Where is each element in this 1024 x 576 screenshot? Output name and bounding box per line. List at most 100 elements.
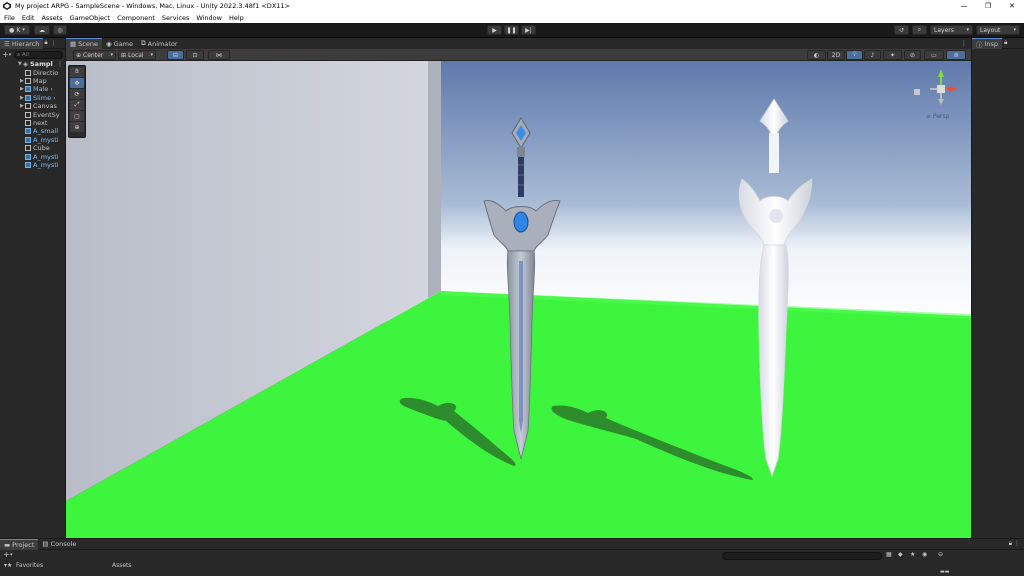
hidden-objects-button[interactable]: ⊘ (904, 50, 921, 60)
pause-button[interactable]: ❚❚ (504, 25, 519, 35)
play-button[interactable]: ▶ (487, 25, 502, 35)
tab-animator[interactable]: ⧉ Animator (137, 38, 182, 49)
hierarchy-item[interactable]: Directio (0, 68, 66, 77)
hierarchy-item[interactable]: A_mysti (0, 152, 66, 161)
audio-toggle-button[interactable]: ♪ (864, 50, 881, 60)
prefab-cube-icon (25, 94, 31, 101)
space-dropdown[interactable]: ⊞ Local ▾ (118, 50, 156, 60)
hierarchy-item[interactable]: A_mysti (0, 136, 66, 144)
hierarchy-tree: ▼ ◈ Sampl ⋮ Directio ▶ Map ▶ Male › ▶ Slime › ▶ Ca… (0, 60, 65, 480)
lock-icon[interactable]: 🔒︎ (1009, 540, 1012, 548)
tab-project[interactable]: ▬ Project (0, 538, 39, 550)
hierarchy-icon: ☰ (4, 39, 10, 48)
scale-tool-button[interactable]: ⤢ (70, 100, 84, 110)
menu-component[interactable]: Component (117, 14, 155, 22)
transform-toolbox: ✋︎ ✥ ⟳ ⤢ ▢ ⊕ (68, 65, 86, 138)
star-icon[interactable]: ★ (910, 551, 915, 558)
bounds-button[interactable]: ⋈ (208, 50, 230, 60)
prefab-open-arrow-icon[interactable]: › (53, 94, 56, 102)
menu-help[interactable]: Help (229, 14, 244, 22)
menu-file[interactable]: File (4, 14, 15, 22)
hierarchy-item-label: Directio (33, 68, 59, 77)
console-icon: ▤ (42, 540, 49, 548)
step-button[interactable]: ▶| (521, 25, 536, 35)
hierarchy-item[interactable]: ▶ Map (0, 77, 66, 85)
rotate-tool-button[interactable]: ⟳ (70, 89, 84, 99)
camera-dropdown[interactable]: ▭ (924, 50, 944, 60)
draw-mode-dropdown[interactable]: ◐ (807, 50, 826, 60)
hierarchy-item[interactable]: A_mysti (0, 161, 66, 169)
menu-services[interactable]: Services (162, 14, 189, 22)
move-tool-button[interactable]: ✥ (70, 78, 84, 88)
hierarchy-item[interactable]: next (0, 119, 66, 127)
filter-label-icon[interactable]: ◆ (898, 551, 903, 558)
search-button[interactable]: ⌕ (912, 25, 927, 35)
layout-dropdown[interactable]: Layout ▾ (976, 25, 1020, 35)
slider-icon[interactable]: ⊖ (938, 551, 943, 558)
history-button[interactable]: ↺ (894, 25, 909, 35)
menu-window[interactable]: Window (196, 14, 222, 22)
cloud-button[interactable]: ☁ (34, 25, 50, 35)
lock-icon[interactable]: 🔒︎ (44, 39, 47, 47)
local-icon: ⊞ (121, 51, 127, 59)
hierarchy-item[interactable]: Cube (0, 144, 66, 152)
hierarchy-item[interactable]: ▶ Male › (0, 85, 66, 93)
tab-inspector[interactable]: ⓘ Insp (972, 37, 1003, 49)
hierarchy-tab-header: ☰ Hierarch 🔒︎ ⋮ (0, 37, 65, 49)
assets-label[interactable]: Assets (112, 562, 132, 569)
tab-console[interactable]: ▤ Console (38, 539, 80, 550)
increment-snap-button[interactable]: ⊡ (186, 50, 204, 60)
kebab-menu-icon[interactable]: ⋮ (1014, 540, 1020, 547)
rect-tool-button[interactable]: ▢ (70, 111, 84, 121)
gizmos-dropdown[interactable]: ⊛ (946, 50, 966, 60)
pivot-dropdown[interactable]: ⊕ Center ▾ (73, 50, 116, 60)
favorites-label[interactable]: Favorites (16, 562, 43, 569)
close-button[interactable]: ✕ (1000, 0, 1024, 12)
collab-button[interactable]: ◎ (53, 25, 67, 35)
gameobject-cube-icon (25, 103, 31, 110)
add-icon[interactable]: + (2, 50, 9, 59)
scene-viewport[interactable]: ≡ Persp ✋︎ ✥ ⟳ ⤢ ▢ ⊕ (66, 61, 971, 538)
account-dropdown[interactable]: ● K ▾ (4, 25, 30, 35)
menu-assets[interactable]: Assets (41, 14, 62, 22)
kebab-menu-icon[interactable]: ⋮ (961, 40, 967, 47)
tab-game[interactable]: ◉ Game (102, 38, 137, 49)
2d-toggle-button[interactable]: 2D (827, 50, 845, 60)
tab-hierarchy[interactable]: ☰ Hierarch (0, 37, 44, 49)
collab-icon: ◎ (57, 26, 63, 34)
layers-dropdown[interactable]: Layers ▾ (930, 25, 973, 35)
transform-tool-button[interactable]: ⊕ (70, 122, 84, 132)
hand-tool-button[interactable]: ✋︎ (70, 67, 84, 77)
effects-dropdown[interactable]: ✦ (883, 50, 902, 60)
scene-root[interactable]: ▼ ◈ Sampl ⋮ (0, 60, 66, 68)
hierarchy-item[interactable]: ▶ Canvas (0, 102, 66, 110)
hierarchy-item[interactable]: EventSy (0, 110, 66, 119)
favorites-star-icon: ▾★ (4, 562, 13, 569)
menu-gameobject[interactable]: GameObject (70, 14, 111, 22)
tab-scene[interactable]: ▦ Scene (66, 38, 102, 49)
hierarchy-item-label: A_mysti (33, 135, 59, 144)
hierarchy-item[interactable]: A_small (0, 127, 66, 135)
eye-icon[interactable]: ◉ (922, 551, 927, 558)
prefab-open-arrow-icon[interactable]: › (50, 85, 53, 93)
minimize-button[interactable]: — (952, 0, 976, 12)
persp-label[interactable]: ≡ Persp (926, 113, 949, 120)
add-icon[interactable]: + (3, 550, 10, 559)
scene-toolbar: ⊕ Center ▾ ⊞ Local ▾ ⊟ ⊡ ⋈ ◐ 2D 💡︎ ♪ ✦ ⊘… (66, 49, 971, 61)
kebab-menu-icon[interactable]: ⋮ (57, 60, 64, 68)
filter-type-icon[interactable]: ▦ (886, 551, 892, 558)
kebab-menu-icon[interactable]: ⋮ (51, 40, 57, 47)
lock-icon[interactable]: 🔒︎ (1004, 39, 1007, 47)
prefab-cube-icon (25, 153, 31, 160)
menu-edit[interactable]: Edit (22, 14, 35, 22)
grid-snap-button[interactable]: ⊟ (167, 50, 184, 60)
maximize-button[interactable]: ❐ (976, 0, 1000, 12)
search-icon: ⌕ (917, 26, 922, 33)
hierarchy-item[interactable]: ▶ Slime › (0, 94, 66, 102)
chevron-down-icon: ▾ (966, 27, 969, 33)
tab-inspector-label: Insp (984, 39, 999, 48)
scene-name: Sampl (30, 60, 53, 69)
lighting-toggle-button[interactable]: 💡︎ (846, 50, 863, 60)
project-search[interactable] (722, 552, 882, 560)
hierarchy-search[interactable]: ⌕ All (14, 50, 63, 59)
